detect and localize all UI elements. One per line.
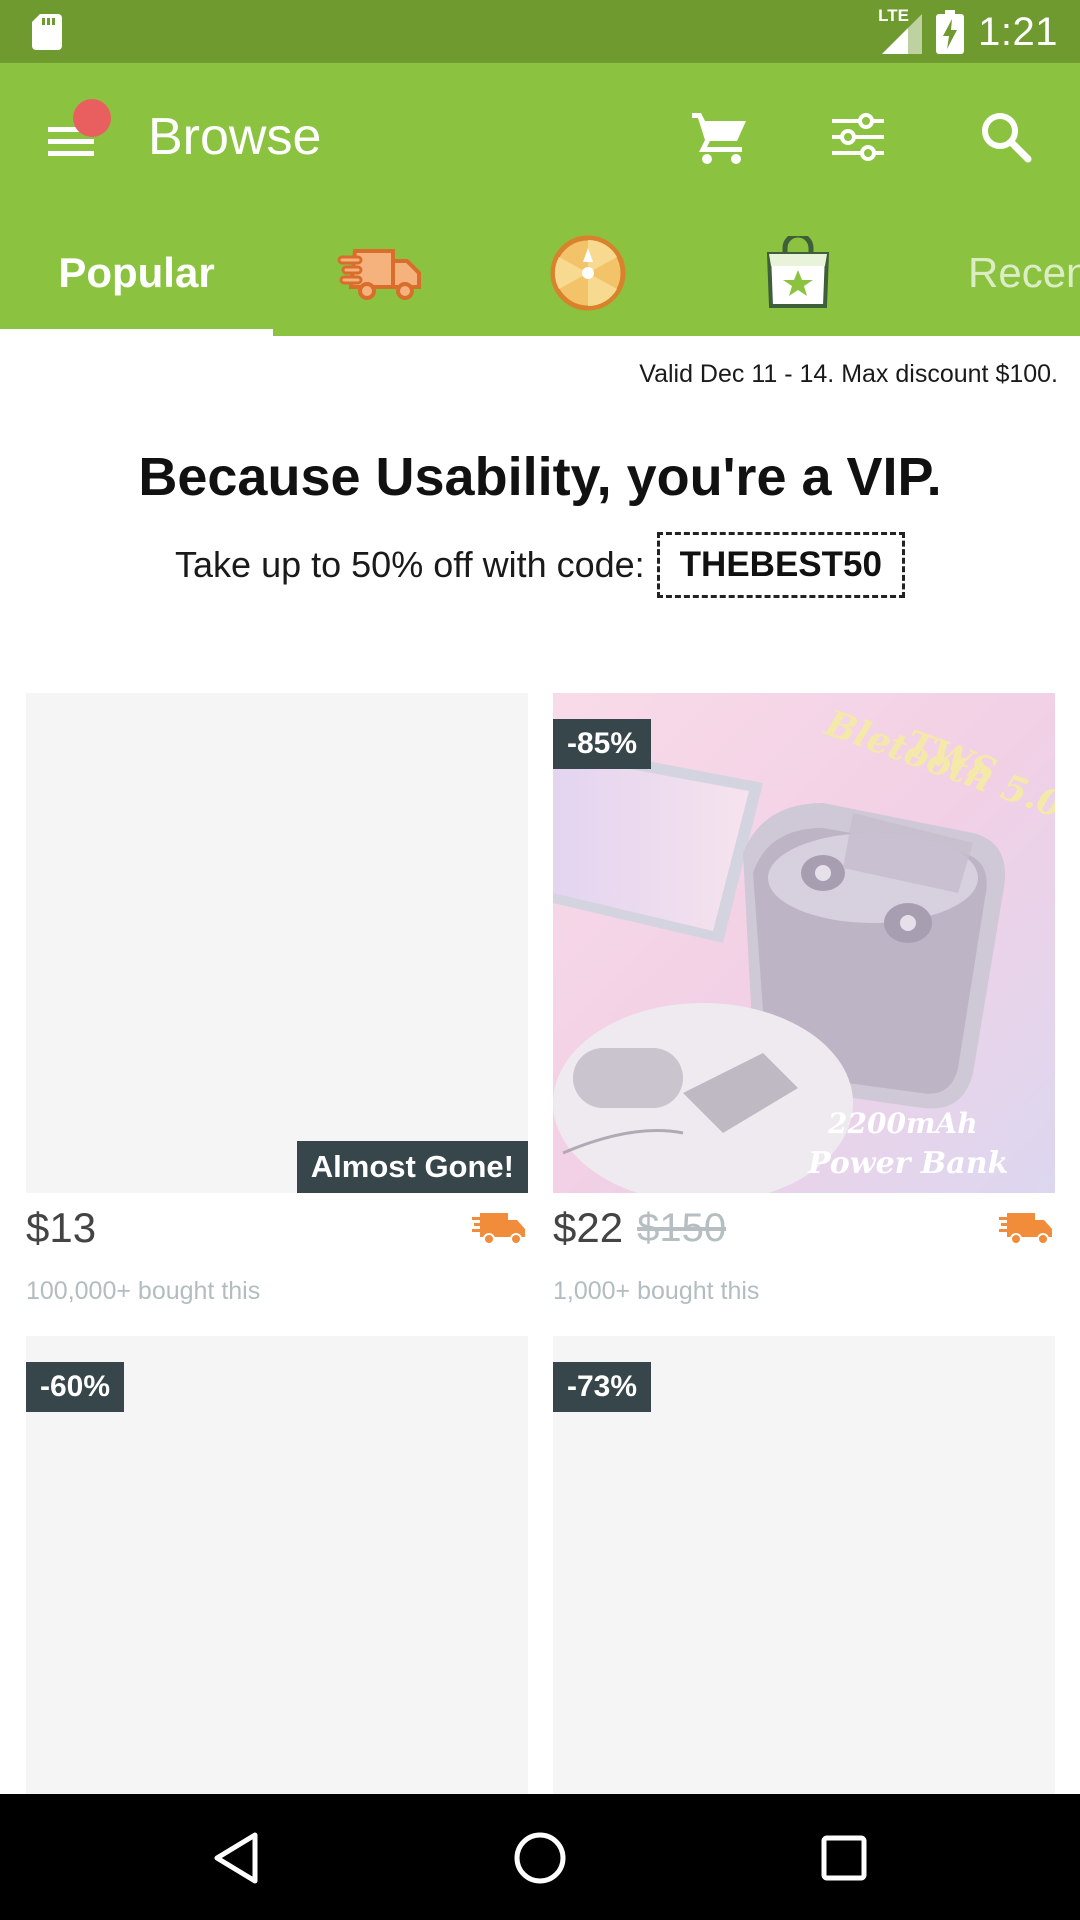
sd-card-icon bbox=[32, 14, 62, 50]
tab-express-shipping[interactable] bbox=[273, 210, 486, 336]
tab-recent[interactable]: Recen bbox=[906, 210, 1080, 336]
truck-icon bbox=[999, 1213, 1052, 1245]
original-price: $150 bbox=[637, 1205, 727, 1250]
express-shipping-icon bbox=[337, 249, 421, 300]
product-image[interactable]: Almost Gone! bbox=[26, 693, 528, 1193]
tab-popular-label: Popular bbox=[58, 249, 215, 296]
product-price: $22 bbox=[553, 1204, 624, 1251]
product-card[interactable]: -60% bbox=[26, 1336, 528, 1836]
promo-title: Because Usability, you're a VIP. bbox=[138, 447, 942, 507]
price-row: $13 bbox=[26, 1193, 528, 1263]
tab-wheel[interactable] bbox=[486, 210, 690, 336]
product-price: $13 bbox=[26, 1204, 97, 1251]
app-screen: LTE 1:21 Browse Popular Recen Valid Dec … bbox=[0, 0, 1080, 1920]
tab-shopping-bag[interactable] bbox=[690, 210, 906, 336]
page-title: Browse bbox=[148, 108, 322, 166]
product-image[interactable]: TWS Bletooth 5.0 2200mAh Power Bank -85% bbox=[553, 693, 1055, 1193]
image-text-capacity: 2200mAh bbox=[827, 1107, 978, 1140]
filter-icon bbox=[832, 113, 884, 161]
product-image[interactable]: -60% bbox=[26, 1336, 528, 1836]
image-text-powerbank: Power Bank bbox=[807, 1146, 1008, 1181]
product-card[interactable]: -73% bbox=[553, 1336, 1055, 1836]
tab-recent-label: Recen bbox=[968, 249, 1080, 296]
menu-button[interactable] bbox=[40, 99, 112, 175]
cart-icon bbox=[692, 113, 746, 164]
app-bar: Browse bbox=[0, 63, 1080, 210]
discount-badge: -60% bbox=[26, 1362, 125, 1412]
status-bar: LTE 1:21 bbox=[0, 0, 1080, 63]
signal-icon: LTE bbox=[878, 6, 923, 54]
search-button[interactable] bbox=[970, 101, 1042, 173]
search-icon bbox=[982, 113, 1032, 163]
discount-badge: -85% bbox=[553, 719, 652, 769]
system-nav-bar bbox=[0, 1794, 1080, 1920]
price-row: $22 $150 bbox=[553, 1193, 1055, 1263]
tab-popular[interactable]: Popular bbox=[0, 210, 273, 336]
promo-offer: Take up to 50% off with code: THEBEST50 bbox=[0, 532, 1080, 598]
discount-badge: -73% bbox=[553, 1362, 652, 1412]
cart-button[interactable] bbox=[684, 101, 756, 173]
truck-icon bbox=[472, 1213, 525, 1245]
back-button[interactable] bbox=[200, 1822, 272, 1894]
filter-button[interactable] bbox=[822, 101, 894, 173]
shopping-bag-star-icon bbox=[766, 236, 830, 308]
bought-count: 100,000+ bought this bbox=[26, 1277, 261, 1305]
promo-valid-text: Valid Dec 11 - 14. Max discount $100. bbox=[639, 360, 1058, 388]
product-card[interactable]: Almost Gone! $13 100,000+ bought this bbox=[26, 693, 528, 1306]
notification-dot bbox=[73, 99, 111, 137]
status-time: 1:21 bbox=[978, 9, 1058, 54]
promo-code[interactable]: THEBEST50 bbox=[656, 532, 905, 598]
recents-button[interactable] bbox=[808, 1822, 880, 1894]
home-button[interactable] bbox=[504, 1822, 576, 1894]
product-card[interactable]: TWS Bletooth 5.0 2200mAh Power Bank -85%… bbox=[553, 693, 1055, 1306]
almost-gone-badge: Almost Gone! bbox=[296, 1141, 528, 1193]
recents-icon bbox=[821, 1835, 867, 1881]
home-icon bbox=[514, 1832, 566, 1884]
battery-charging-icon bbox=[936, 10, 965, 54]
category-tabs: Popular Recen bbox=[0, 210, 1080, 336]
back-icon bbox=[214, 1832, 258, 1884]
tab-indicator bbox=[0, 329, 273, 336]
product-image[interactable]: -73% bbox=[553, 1336, 1055, 1836]
wheel-icon bbox=[550, 235, 626, 311]
bought-count: 1,000+ bought this bbox=[553, 1277, 760, 1305]
promo-offer-text: Take up to 50% off with code: bbox=[175, 544, 645, 585]
